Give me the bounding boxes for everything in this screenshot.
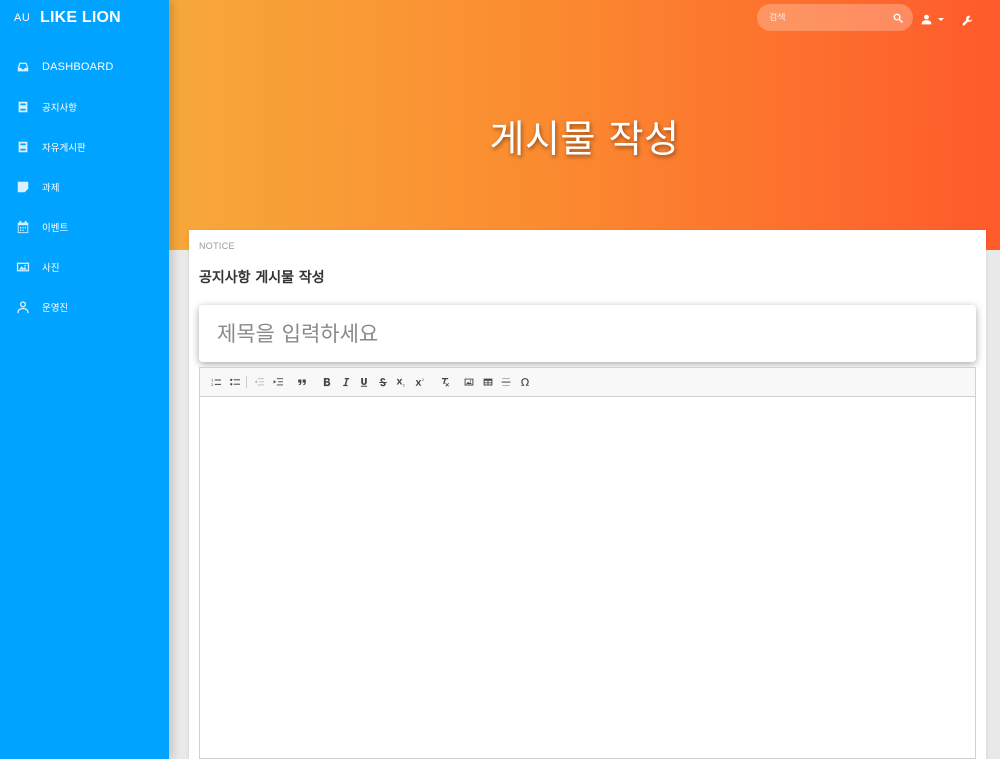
- toolbar-separator: [246, 376, 248, 388]
- svg-text:2: 2: [422, 378, 425, 382]
- superscript-icon[interactable]: 2: [412, 374, 428, 390]
- editor-toolbar: 12 2 2: [200, 368, 975, 397]
- sidebar-item-notice[interactable]: 공지사항: [0, 87, 169, 127]
- post-title-input[interactable]: [199, 305, 976, 362]
- brand-mini-logo: AU: [14, 12, 31, 24]
- search-input[interactable]: [769, 12, 893, 23]
- sidebar-item-label: 이벤트: [42, 223, 69, 234]
- indent-icon[interactable]: [270, 374, 286, 390]
- sidebar-item-label: 자유게시판: [42, 143, 86, 154]
- sidebar-item-event[interactable]: 이벤트: [0, 207, 169, 247]
- remove-format-icon[interactable]: [437, 374, 453, 390]
- book-icon: [16, 140, 30, 154]
- table-icon[interactable]: [480, 374, 496, 390]
- svg-text:2: 2: [211, 383, 214, 387]
- image-icon[interactable]: [461, 374, 477, 390]
- rich-text-editor: 12 2 2: [199, 367, 976, 759]
- page-title: 게시물 작성: [489, 117, 680, 161]
- inbox-icon: [16, 60, 30, 74]
- numbered-list-icon[interactable]: 12: [208, 374, 224, 390]
- book-icon: [16, 100, 30, 114]
- bold-icon[interactable]: [319, 374, 335, 390]
- card-category: NOTICE: [199, 241, 235, 251]
- italic-icon[interactable]: [338, 374, 354, 390]
- sidebar-item-free-board[interactable]: 자유게시판: [0, 127, 169, 167]
- card-title: 공지사항 게시물 작성: [199, 270, 325, 286]
- user-icon: [16, 300, 30, 314]
- page-header: 게시물 작성: [169, 0, 1000, 250]
- sidebar-item-label: 공지사항: [42, 103, 77, 114]
- svg-text:1: 1: [211, 378, 214, 382]
- image-icon: [16, 260, 30, 274]
- user-menu-button[interactable]: [921, 10, 944, 29]
- sidebar-item-staff[interactable]: 운영진: [0, 287, 169, 327]
- wrench-icon: [962, 11, 973, 30]
- special-character-icon[interactable]: [517, 374, 533, 390]
- bulleted-list-icon[interactable]: [227, 374, 243, 390]
- note-icon: [16, 180, 30, 194]
- sidebar-item-label: 운영진: [42, 303, 69, 314]
- sidebar-item-dashboard[interactable]: DASHBOARD: [0, 47, 169, 87]
- horizontal-line-icon[interactable]: [498, 374, 514, 390]
- calendar-icon: [16, 220, 30, 234]
- underline-icon[interactable]: [356, 374, 372, 390]
- chevron-down-icon: [938, 18, 944, 21]
- user-icon: [921, 10, 932, 29]
- sidebar-item-label: DASHBOARD: [42, 61, 114, 73]
- search-box[interactable]: [757, 4, 913, 31]
- svg-text:2: 2: [403, 384, 406, 387]
- brand[interactable]: AU LIKE LION: [0, 0, 169, 36]
- subscript-icon[interactable]: 2: [393, 374, 409, 390]
- settings-button[interactable]: [962, 11, 973, 30]
- search-icon[interactable]: [893, 8, 903, 27]
- sidebar-item-label: 사진: [42, 263, 60, 274]
- sidebar-item-photo[interactable]: 사진: [0, 247, 169, 287]
- editor-content-area[interactable]: [200, 397, 975, 759]
- sidebar: AU LIKE LION DASHBOARD 공지사항 자유게시판 과제 이벤트…: [0, 0, 169, 759]
- sidebar-item-label: 과제: [42, 183, 60, 194]
- post-editor-card: NOTICE 공지사항 게시물 작성 12: [189, 230, 986, 759]
- strikethrough-icon[interactable]: [375, 374, 391, 390]
- blockquote-icon[interactable]: [294, 374, 310, 390]
- sidebar-item-assignment[interactable]: 과제: [0, 167, 169, 207]
- sidebar-nav: DASHBOARD 공지사항 자유게시판 과제 이벤트 사진 운영진: [0, 47, 169, 327]
- outdent-icon[interactable]: [251, 374, 267, 390]
- brand-logo-text: LIKE LION: [40, 9, 121, 26]
